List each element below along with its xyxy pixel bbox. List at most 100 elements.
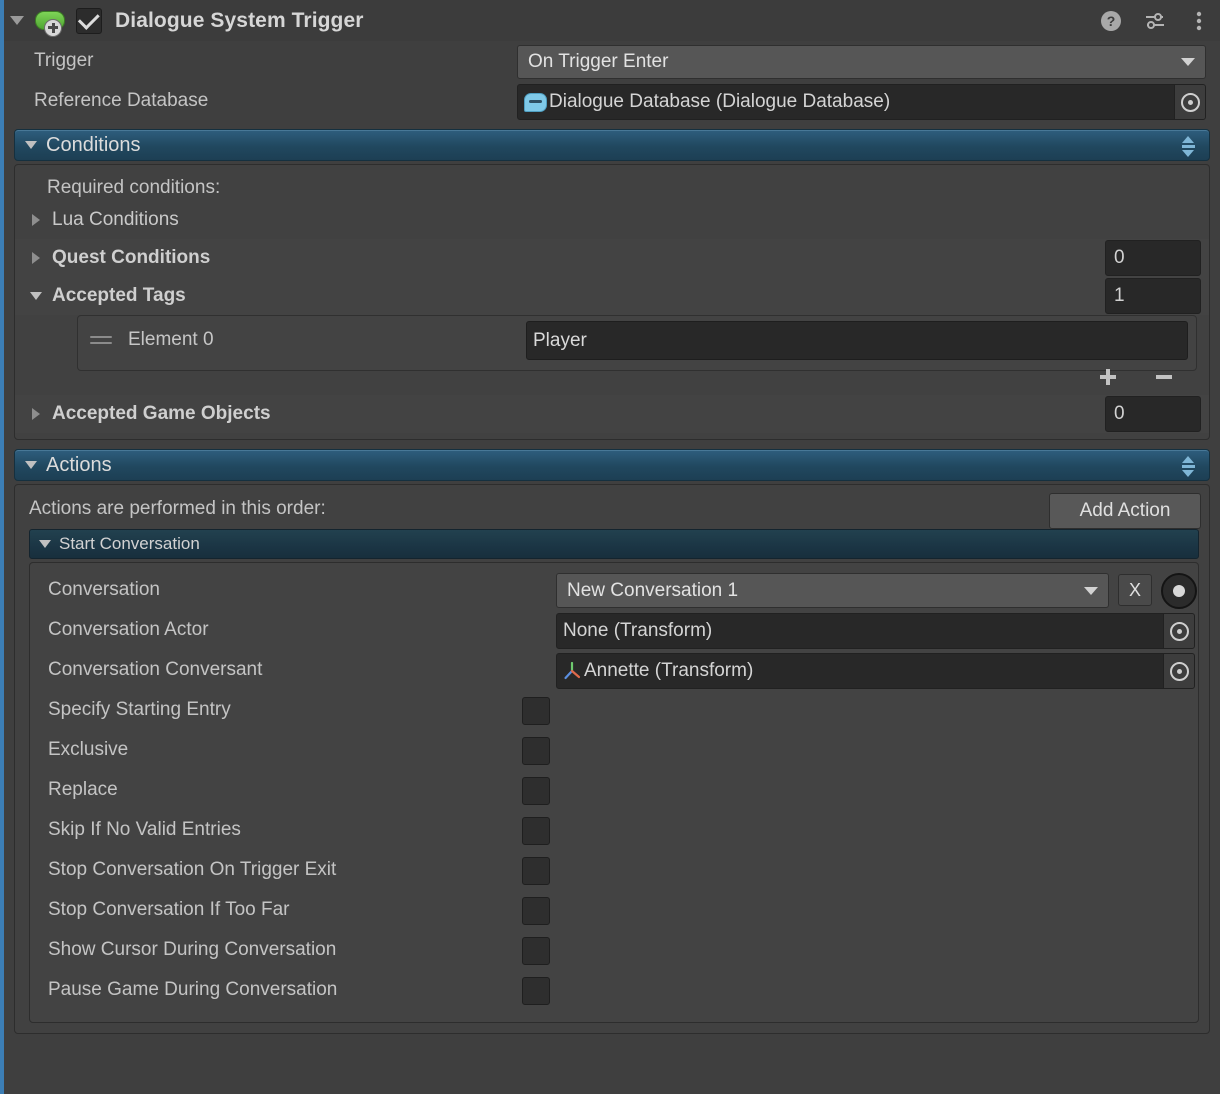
lua-conditions-foldout[interactable]: Lua Conditions [15, 201, 1209, 239]
object-picker-button[interactable] [1163, 614, 1194, 648]
help-icon[interactable]: ? [1098, 8, 1124, 34]
reference-database-value: Dialogue Database (Dialogue Database) [549, 91, 891, 112]
conversation-actor-label: Conversation Actor [48, 619, 209, 640]
start-conversation-header[interactable]: Start Conversation [29, 529, 1199, 559]
stop-conversation-on-trigger-exit-label: Stop Conversation On Trigger Exit [48, 859, 337, 880]
replace-checkbox[interactable] [522, 777, 550, 805]
element-value: Player [533, 329, 587, 351]
header-icon-group: ? [1098, 0, 1212, 41]
conversation-conversant-objectfield[interactable]: Annette (Transform) [556, 653, 1195, 689]
toggle-row: Pause Game During Conversation [30, 970, 1198, 1010]
skip-if-no-valid-entries-checkbox[interactable] [522, 817, 550, 845]
conversation-dropdown[interactable]: New Conversation 1 [556, 573, 1109, 608]
skip-if-no-valid-entries-label: Skip If No Valid Entries [48, 819, 241, 840]
toggle-row: Show Cursor During Conversation [30, 930, 1198, 970]
capsule-collider-add-icon [32, 7, 65, 37]
target-dot-icon [1180, 92, 1200, 112]
trigger-label: Trigger [34, 50, 94, 71]
trigger-row: Trigger On Trigger Enter [4, 41, 1220, 81]
inspector-panel: Dialogue System Trigger ? Trigger On Tri… [0, 0, 1220, 1094]
conditions-content: Required conditions: Lua Conditions Ques… [14, 164, 1210, 440]
chevron-right-icon [32, 252, 40, 264]
element-value-input[interactable]: Player [526, 321, 1188, 360]
conditions-reorder-handle[interactable] [1177, 134, 1199, 158]
conversation-value: New Conversation 1 [567, 579, 739, 601]
specify-starting-entry-label: Specify Starting Entry [48, 699, 231, 720]
component-enabled-checkbox[interactable] [76, 7, 102, 34]
accepted-tags-foldout[interactable]: Accepted Tags 1 [15, 277, 1209, 315]
chevron-down-icon [10, 16, 24, 25]
stop-conversation-if-too-far-label: Stop Conversation If Too Far [48, 899, 290, 920]
clear-conversation-button[interactable]: X [1118, 574, 1152, 606]
drag-handle-icon[interactable] [90, 336, 112, 344]
component-header[interactable]: Dialogue System Trigger ? [4, 0, 1220, 42]
conversation-label: Conversation [48, 579, 160, 600]
trigger-value: On Trigger Enter [528, 51, 669, 72]
inspector-body: Trigger On Trigger Enter Reference Datab… [4, 41, 1220, 1094]
pause-game-during-conversation-checkbox[interactable] [522, 977, 550, 1005]
replace-label: Replace [48, 779, 118, 800]
chevron-right-icon [32, 214, 40, 226]
svg-text:?: ? [1107, 13, 1116, 29]
accepted-game-objects-foldout[interactable]: Accepted Game Objects 0 [15, 395, 1209, 433]
start-conversation-content: Conversation New Conversation 1 X Conver… [29, 562, 1199, 1023]
accepted-game-objects-size-field[interactable]: 0 [1105, 396, 1201, 432]
add-action-label: Add Action [1079, 500, 1171, 521]
required-conditions-label: Required conditions: [47, 177, 221, 198]
quest-conditions-size-field[interactable]: 0 [1105, 240, 1201, 276]
show-cursor-during-conversation-checkbox[interactable] [522, 937, 550, 965]
actions-section-header[interactable]: Actions [14, 449, 1210, 481]
show-cursor-during-conversation-label: Show Cursor During Conversation [48, 939, 337, 960]
chevron-down-icon [1084, 586, 1098, 595]
reference-database-label: Reference Database [34, 90, 209, 111]
add-action-button[interactable]: Add Action [1049, 493, 1201, 529]
object-picker-button[interactable] [1174, 85, 1205, 119]
toggle-row: Stop Conversation If Too Far [30, 890, 1198, 930]
quest-conditions-label: Quest Conditions [52, 247, 211, 268]
chevron-down-icon [25, 141, 37, 149]
stop-conversation-if-too-far-checkbox[interactable] [522, 897, 550, 925]
pause-game-during-conversation-label: Pause Game During Conversation [48, 979, 338, 1000]
object-picker-button[interactable] [1163, 654, 1194, 688]
exclusive-label: Exclusive [48, 739, 129, 760]
toggle-row: Stop Conversation On Trigger Exit [30, 850, 1198, 890]
trigger-dropdown[interactable]: On Trigger Enter [517, 45, 1206, 79]
conversation-actor-objectfield[interactable]: None (Transform) [556, 613, 1195, 649]
conditions-section-header[interactable]: Conditions [14, 129, 1210, 161]
conversation-target-button[interactable] [1161, 573, 1197, 609]
stop-conversation-on-trigger-exit-checkbox[interactable] [522, 857, 550, 885]
conversation-conversant-value: Annette (Transform) [584, 660, 754, 681]
accepted-tags-size-value: 1 [1114, 285, 1125, 306]
conversation-conversant-label: Conversation Conversant [48, 659, 263, 680]
chevron-down-icon [1181, 58, 1195, 66]
check-icon [77, 7, 100, 30]
actions-reorder-handle[interactable] [1177, 454, 1199, 478]
actions-intro-row: Actions are performed in this order: Add… [15, 491, 1209, 529]
conversation-conversant-row: Conversation Conversant Annette (Transfo… [30, 650, 1198, 690]
toggle-row: Specify Starting Entry [30, 690, 1198, 730]
reference-database-objectfield[interactable]: Dialogue Database (Dialogue Database) [517, 84, 1206, 120]
quest-conditions-foldout[interactable]: Quest Conditions 0 [15, 239, 1209, 277]
dialogue-database-icon [524, 92, 547, 112]
actions-header-label: Actions [46, 453, 112, 476]
preset-icon[interactable] [1142, 8, 1168, 34]
actions-order-label: Actions are performed in this order: [29, 498, 326, 519]
toggle-row: Skip If No Valid Entries [30, 810, 1198, 850]
target-dot-icon [1173, 585, 1185, 597]
specify-starting-entry-checkbox[interactable] [522, 697, 550, 725]
more-menu-icon[interactable] [1186, 8, 1212, 34]
conversation-row: Conversation New Conversation 1 X [30, 570, 1198, 610]
reference-database-row: Reference Database Dialogue Database (Di… [4, 81, 1220, 121]
remove-element-button[interactable] [1149, 366, 1179, 388]
conversation-actor-row: Conversation Actor None (Transform) [30, 610, 1198, 650]
list-item[interactable]: Element 0 Player [78, 316, 1196, 364]
element-label: Element 0 [128, 329, 214, 350]
exclusive-checkbox[interactable] [522, 737, 550, 765]
component-foldout-toggle[interactable] [4, 0, 30, 41]
start-conversation-toggles: Specify Starting Entry Exclusive Replace… [30, 690, 1198, 1010]
add-element-button[interactable] [1093, 366, 1123, 388]
start-conversation-label: Start Conversation [59, 534, 200, 553]
transform-icon [563, 661, 582, 680]
accepted-tags-size-field[interactable]: 1 [1105, 278, 1201, 314]
accepted-game-objects-label: Accepted Game Objects [52, 403, 271, 424]
